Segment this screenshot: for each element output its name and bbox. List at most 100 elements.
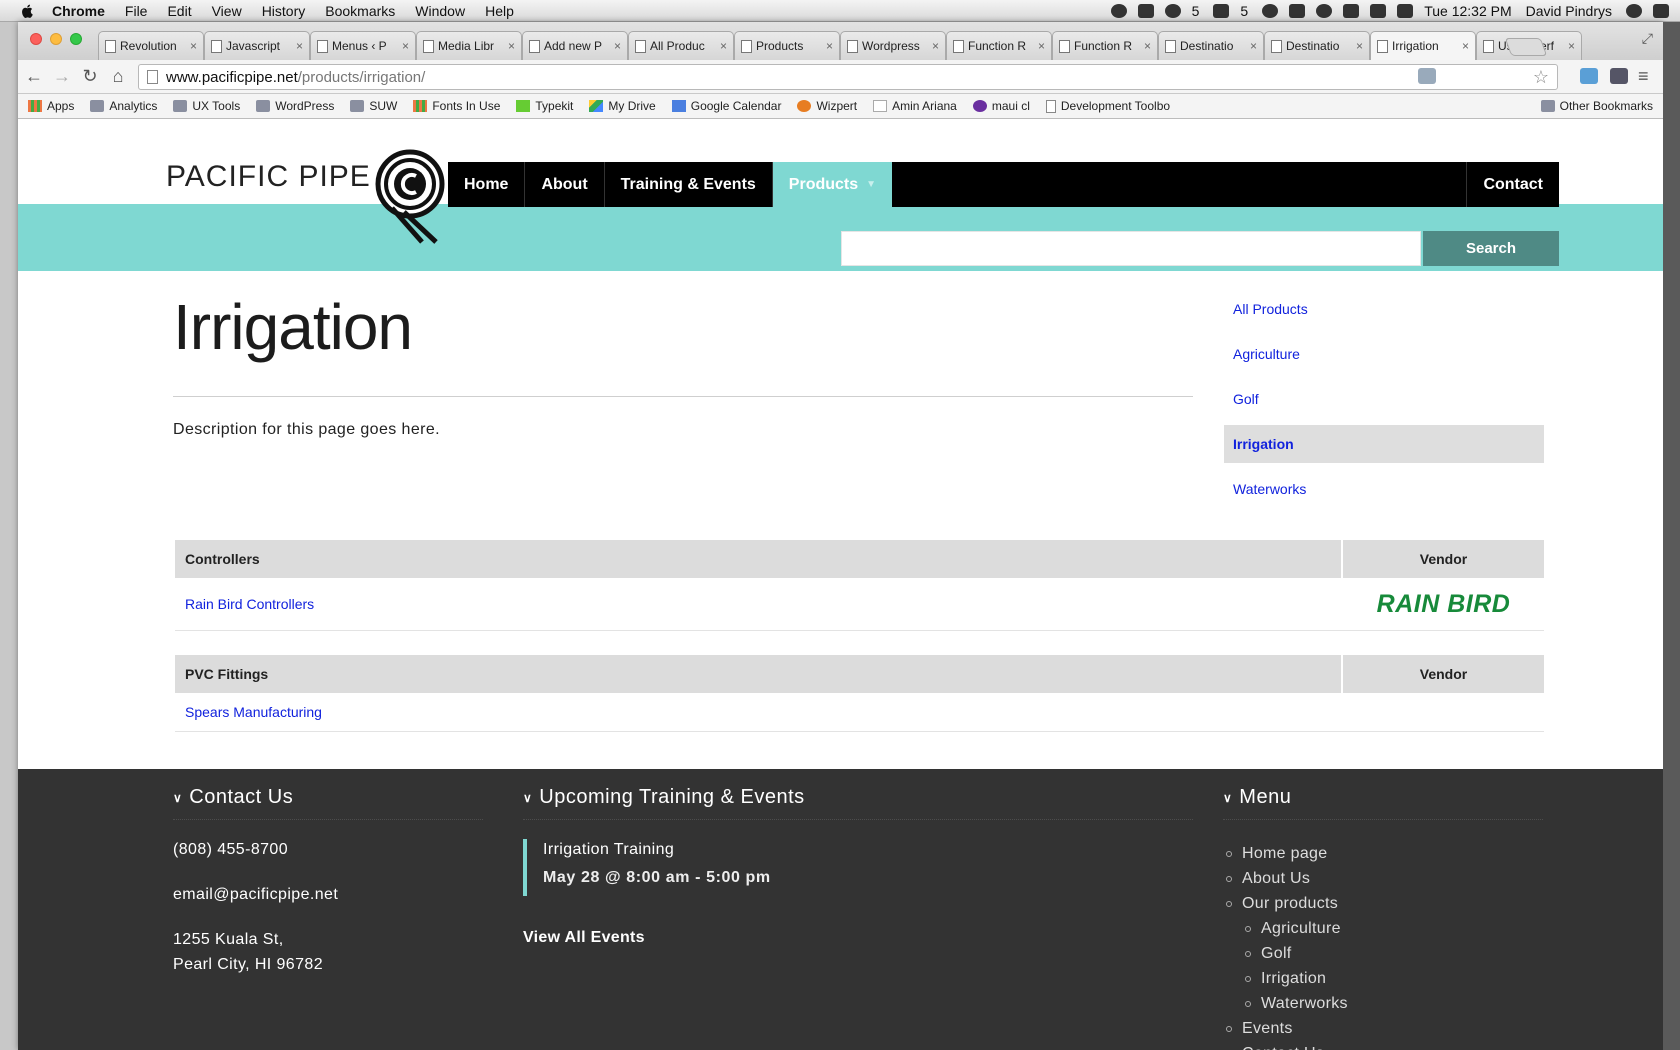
tab-close-icon[interactable]: × xyxy=(402,39,409,53)
footer-email[interactable]: email@pacificpipe.net xyxy=(173,886,338,904)
evernote-icon[interactable] xyxy=(1137,3,1154,18)
footer-menu-item[interactable]: Home page xyxy=(1223,841,1348,866)
bookmark-item[interactable]: UX Tools xyxy=(173,99,240,113)
bookmark-item[interactable]: Typekit xyxy=(516,99,573,113)
notification-icon[interactable] xyxy=(1110,3,1127,18)
product-link[interactable]: Spears Manufacturing xyxy=(175,693,1341,731)
browser-tab[interactable]: Add new P × xyxy=(522,31,628,60)
bookmark-item[interactable]: Google Calendar xyxy=(671,99,781,113)
menubar-user[interactable]: David Pindrys xyxy=(1526,3,1612,19)
browser-tab[interactable]: Javascript × xyxy=(204,31,310,60)
adobe-icon[interactable] xyxy=(1213,3,1230,18)
footer-menu-item[interactable]: Golf xyxy=(1223,941,1348,966)
tab-close-icon[interactable]: × xyxy=(296,39,303,53)
browser-tab[interactable]: Irrigation × xyxy=(1370,31,1476,60)
tab-close-icon[interactable]: × xyxy=(1144,39,1151,53)
browser-tab[interactable]: Function R × xyxy=(946,31,1052,60)
view-all-events-link[interactable]: View All Events xyxy=(523,929,645,947)
browser-tab[interactable]: Destinatio × xyxy=(1158,31,1264,60)
bookmark-item[interactable]: Apps xyxy=(28,99,74,113)
footer-menu-item[interactable]: About Us xyxy=(1223,866,1348,891)
menubar-edit[interactable]: Edit xyxy=(167,3,191,19)
window-minimize-button[interactable] xyxy=(50,33,62,45)
tab-close-icon[interactable]: × xyxy=(614,39,621,53)
browser-tab[interactable]: Revolution × xyxy=(98,31,204,60)
footer-menu-item[interactable]: Agriculture xyxy=(1223,916,1348,941)
product-link[interactable]: Rain Bird Controllers xyxy=(175,578,1341,630)
sidenav-item[interactable]: Waterworks xyxy=(1224,470,1544,508)
search-input[interactable] xyxy=(841,231,1421,266)
battery-icon[interactable] xyxy=(1397,3,1414,18)
bookmark-item[interactable]: SUW xyxy=(350,99,397,113)
browser-tab[interactable]: Menus ‹ P × xyxy=(310,31,416,60)
sidenav-item[interactable]: Agriculture xyxy=(1224,335,1544,373)
window-zoom-button[interactable] xyxy=(70,33,82,45)
nav-products[interactable]: Products ▼ xyxy=(772,162,893,207)
chrome-menu-icon[interactable]: ≡ xyxy=(1638,66,1649,87)
bookmark-item[interactable]: Analytics xyxy=(90,99,157,113)
browser-tab[interactable]: Destinatio × xyxy=(1264,31,1370,60)
sidenav-item[interactable]: Irrigation xyxy=(1224,425,1544,463)
footer-menu-item[interactable]: Irrigation xyxy=(1223,966,1348,991)
tab-close-icon[interactable]: × xyxy=(1038,39,1045,53)
sidenav-item[interactable]: All Products xyxy=(1224,290,1544,328)
tab-close-icon[interactable]: × xyxy=(826,39,833,53)
menubar-history[interactable]: History xyxy=(262,3,306,19)
nav-contact[interactable]: Contact xyxy=(1466,162,1559,207)
bookmark-item[interactable]: My Drive xyxy=(589,99,656,113)
volume-icon[interactable] xyxy=(1370,3,1387,18)
footer-menu-heading[interactable]: ∨ Menu xyxy=(1223,786,1291,809)
notification-center-icon[interactable] xyxy=(1653,3,1669,18)
tab-close-icon[interactable]: × xyxy=(932,39,939,53)
menubar-clock[interactable]: Tue 12:32 PM xyxy=(1424,3,1511,19)
tab-close-icon[interactable]: × xyxy=(720,39,727,53)
drive-sync-icon[interactable] xyxy=(1262,3,1279,18)
menubar-view[interactable]: View xyxy=(212,3,242,19)
other-bookmarks[interactable]: Other Bookmarks xyxy=(1540,99,1653,113)
browser-tab[interactable]: All Produc × xyxy=(628,31,734,60)
browser-tab[interactable]: Wordpress × xyxy=(840,31,946,60)
camera-extension-icon[interactable] xyxy=(1610,68,1628,84)
back-icon[interactable]: ← xyxy=(22,65,46,89)
menubar-file[interactable]: File xyxy=(125,3,148,19)
footer-menu-item[interactable]: Contact Us xyxy=(1223,1041,1348,1050)
browser-tab[interactable]: Function R × xyxy=(1052,31,1158,60)
search-button[interactable]: Search xyxy=(1423,231,1559,266)
footer-menu-item[interactable]: Events xyxy=(1223,1016,1348,1041)
reload-icon[interactable]: ↻ xyxy=(78,65,102,89)
menubar-bookmarks[interactable]: Bookmarks xyxy=(325,3,395,19)
browser-tab[interactable]: Products × xyxy=(734,31,840,60)
image-extension-icon[interactable] xyxy=(1418,68,1436,84)
tab-close-icon[interactable]: × xyxy=(1568,39,1575,53)
nav-about[interactable]: About xyxy=(525,162,605,207)
bookmark-item[interactable]: maui cl xyxy=(972,99,1030,113)
creative-cloud-icon[interactable] xyxy=(1164,3,1181,18)
spotlight-search-icon[interactable] xyxy=(1626,3,1642,18)
menubar-help[interactable]: Help xyxy=(485,3,514,19)
nav-training-events[interactable]: Training & Events xyxy=(605,162,773,207)
forward-icon[interactable]: → xyxy=(50,65,74,89)
tab-close-icon[interactable]: × xyxy=(1356,39,1363,53)
wifi-icon[interactable] xyxy=(1289,3,1306,18)
tab-close-icon[interactable]: × xyxy=(1250,39,1257,53)
footer-contact-heading[interactable]: ∨ Contact Us xyxy=(173,786,293,809)
footer-menu-item[interactable]: Waterworks xyxy=(1223,991,1348,1016)
bookmark-star-icon[interactable]: ☆ xyxy=(1533,67,1549,88)
bluetooth-icon[interactable] xyxy=(1343,3,1360,18)
bookmark-item[interactable]: Fonts In Use xyxy=(413,99,500,113)
home-icon[interactable]: ⌂ xyxy=(106,65,130,89)
footer-events-heading[interactable]: ∨ Upcoming Training & Events xyxy=(523,786,805,809)
menubar-window[interactable]: Window xyxy=(415,3,465,19)
footer-menu-item[interactable]: Our products xyxy=(1223,891,1348,916)
event-item[interactable]: Irrigation Training May 28 @ 8:00 am - 5… xyxy=(523,839,771,896)
browser-tab[interactable]: Media Libr × xyxy=(416,31,522,60)
address-bar[interactable]: www.pacificpipe.net/products/irrigation/… xyxy=(138,64,1558,90)
sidenav-item[interactable]: Golf xyxy=(1224,380,1544,418)
apple-menu-icon[interactable] xyxy=(18,3,38,19)
new-tab-button[interactable] xyxy=(1504,38,1548,56)
fullscreen-icon[interactable]: ⤢ xyxy=(1642,30,1653,47)
bookmark-item[interactable]: Amin Ariana xyxy=(873,99,957,113)
time-machine-icon[interactable] xyxy=(1316,3,1333,18)
window-close-button[interactable] xyxy=(30,33,42,45)
bookmark-item[interactable]: Development Toolbo xyxy=(1045,99,1170,113)
